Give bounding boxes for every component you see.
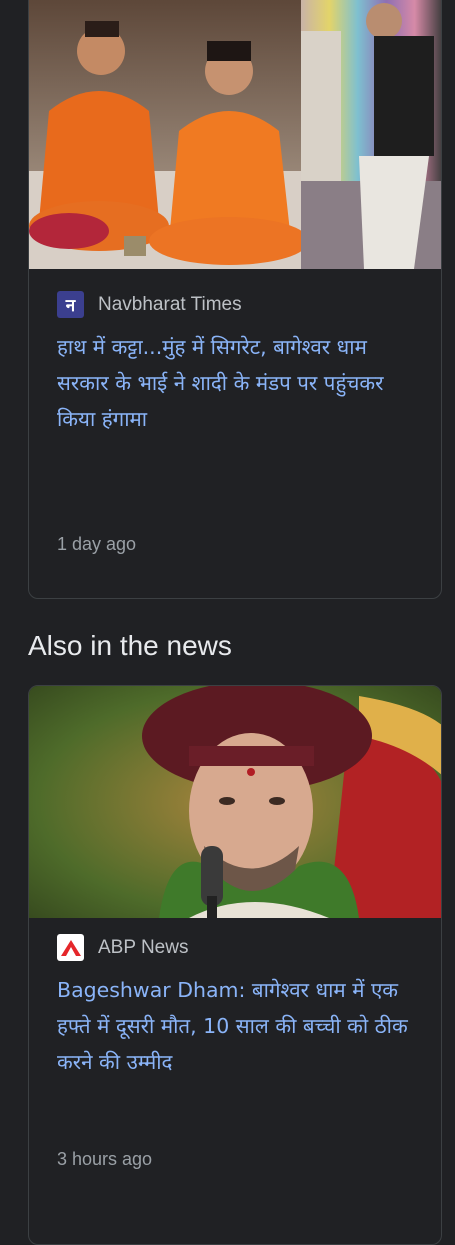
- timestamp: 3 hours ago: [57, 1149, 153, 1169]
- news-thumbnail[interactable]: [29, 686, 441, 918]
- photo-collage-icon: [29, 0, 441, 269]
- section-title: Also in the news: [28, 630, 232, 661]
- news-headline-link[interactable]: Bageshwar Dham: बागेश्वर धाम में एक हफ्त…: [57, 972, 423, 1080]
- news-headline-link[interactable]: हाथ में कट्टा...मुंह में सिगरेट, बागेश्व…: [57, 329, 423, 437]
- source-name: Navbharat Times: [98, 293, 242, 315]
- source-row: ABP News: [57, 934, 188, 961]
- portrait-photo-icon: [29, 686, 441, 918]
- news-thumbnail[interactable]: [29, 0, 441, 269]
- source-row: न Navbharat Times: [57, 291, 242, 318]
- source-name: ABP News: [98, 936, 189, 958]
- abp-logo-icon: [57, 934, 84, 961]
- timestamp: 1 day ago: [57, 534, 137, 554]
- navbharat-logo-icon: न: [57, 291, 84, 318]
- news-card-navbharat[interactable]: न Navbharat Times हाथ में कट्टा...मुंह म…: [28, 0, 442, 599]
- news-card-abp[interactable]: ABP News Bageshwar Dham: बागेश्वर धाम मे…: [28, 685, 442, 1245]
